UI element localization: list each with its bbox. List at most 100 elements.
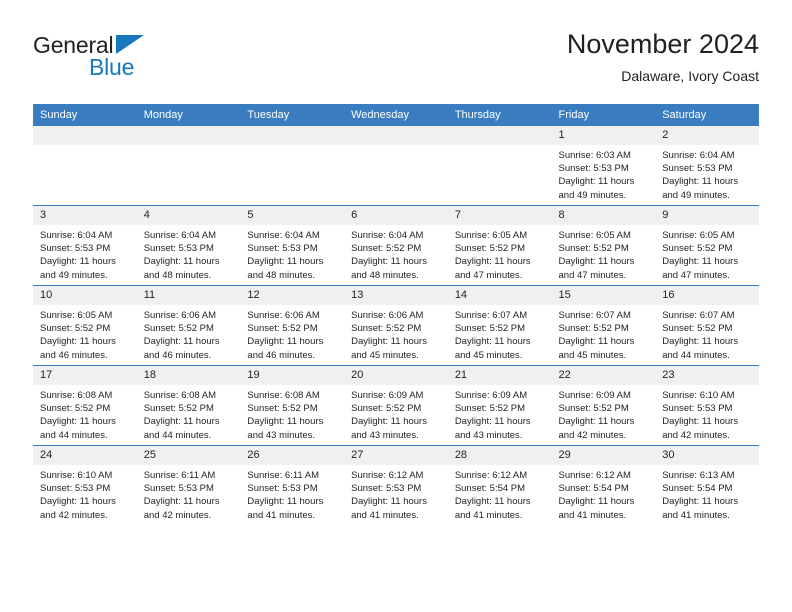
weekday-header-wednesday: Wednesday [344, 104, 448, 126]
day-cell[interactable]: 22 Sunrise: 6:09 AM Sunset: 5:52 PM Dayligh… [551, 365, 656, 446]
day-details: Sunrise: 6:04 AM Sunset: 5:52 PM Daylight:… [344, 225, 448, 282]
sunrise-text: Sunrise: 6:04 AM [662, 150, 735, 161]
day-details: Sunrise: 6:05 AM Sunset: 5:52 PM Daylight:… [33, 305, 137, 362]
day-cell[interactable]: 5 Sunrise: 6:04 AM Sunset: 5:53 PM Daylight… [240, 205, 345, 286]
day-details: Sunrise: 6:06 AM Sunset: 5:52 PM Daylight:… [240, 305, 344, 362]
sunset-text: Sunset: 5:52 PM [662, 243, 733, 255]
sunset-text: Sunset: 5:52 PM [247, 403, 318, 415]
day-details: Sunrise: 6:13 AM Sunset: 5:54 PM Daylight:… [655, 465, 759, 522]
day-number: 16 [655, 286, 759, 305]
day-cell[interactable]: 24 Sunrise: 6:10 AM Sunset: 5:53 PM Dayligh… [33, 445, 137, 525]
sunset-text: Sunset: 5:52 PM [558, 403, 629, 415]
day-cell[interactable]: 17 Sunrise: 6:08 AM Sunset: 5:52 PM Dayligh… [33, 365, 137, 446]
weekday-header-monday: Monday [136, 104, 241, 126]
day-cell[interactable]: 18 Sunrise: 6:08 AM Sunset: 5:52 PM Dayligh… [136, 365, 241, 446]
day-details: Sunrise: 6:03 AM Sunset: 5:53 PM Daylight:… [552, 145, 656, 202]
day-cell[interactable]: 19 Sunrise: 6:08 AM Sunset: 5:52 PM Dayligh… [240, 365, 345, 446]
sunrise-text: Sunrise: 6:09 AM [558, 390, 631, 401]
day-details: Sunrise: 6:05 AM Sunset: 5:52 PM Daylight:… [655, 225, 759, 282]
sunset-text: Sunset: 5:52 PM [558, 243, 629, 255]
day-cell[interactable]: 8 Sunrise: 6:05 AM Sunset: 5:52 PM Daylight… [551, 205, 656, 286]
sunset-text: Sunset: 5:53 PM [247, 483, 318, 495]
day-cell[interactable]: 25 Sunrise: 6:11 AM Sunset: 5:53 PM Dayligh… [136, 445, 241, 525]
day-details: Sunrise: 6:04 AM Sunset: 5:53 PM Daylight:… [655, 145, 759, 202]
sunrise-text: Sunrise: 6:05 AM [662, 230, 735, 241]
day-cell[interactable]: 11 Sunrise: 6:06 AM Sunset: 5:52 PM Dayligh… [136, 285, 241, 366]
sunset-text: Sunset: 5:53 PM [662, 403, 733, 415]
calendar-week-row: 3 Sunrise: 6:04 AM Sunset: 5:53 PM Daylight… [33, 205, 759, 286]
day-details: Sunrise: 6:10 AM Sunset: 5:53 PM Daylight:… [655, 385, 759, 442]
daylight-text: Daylight: 11 hours and 43 minutes. [351, 416, 427, 441]
calendar-page: General Blue November 2024 Dalaware, Ivo… [0, 0, 792, 612]
calendar-grid: Sunday Monday Tuesday Wednesday Thursday… [33, 104, 759, 525]
day-details: Sunrise: 6:06 AM Sunset: 5:52 PM Daylight:… [137, 305, 241, 362]
day-cell[interactable]: 15 Sunrise: 6:07 AM Sunset: 5:52 PM Dayligh… [551, 285, 656, 366]
day-cell[interactable]: 10 Sunrise: 6:05 AM Sunset: 5:52 PM Dayligh… [33, 285, 137, 366]
weekday-header-saturday: Saturday [655, 104, 759, 126]
daylight-text: Daylight: 11 hours and 46 minutes. [143, 336, 220, 361]
day-cell[interactable]: 9 Sunrise: 6:05 AM Sunset: 5:52 PM Daylight… [655, 205, 759, 286]
daylight-text: Daylight: 11 hours and 47 minutes. [454, 256, 531, 281]
sunset-text: Sunset: 5:52 PM [40, 323, 111, 335]
sunset-text: Sunset: 5:52 PM [351, 243, 422, 255]
day-number: 2 [655, 126, 759, 145]
day-cell[interactable]: 28 Sunrise: 6:12 AM Sunset: 5:54 PM Dayligh… [447, 445, 552, 525]
day-cell[interactable]: 29 Sunrise: 6:12 AM Sunset: 5:54 PM Dayligh… [551, 445, 656, 525]
sunset-text: Sunset: 5:53 PM [40, 243, 111, 255]
day-cell[interactable]: 30 Sunrise: 6:13 AM Sunset: 5:54 PM Dayligh… [655, 445, 759, 525]
day-details: Sunrise: 6:09 AM Sunset: 5:52 PM Daylight:… [552, 385, 656, 442]
day-number: 14 [447, 286, 552, 305]
page-header: General Blue November 2024 Dalaware, Ivo… [33, 28, 759, 100]
day-cell[interactable]: 20 Sunrise: 6:09 AM Sunset: 5:52 PM Dayligh… [344, 365, 448, 446]
day-number [136, 126, 241, 145]
sunset-text: Sunset: 5:52 PM [558, 323, 629, 335]
day-number: 15 [551, 286, 656, 305]
day-cell[interactable]: 12 Sunrise: 6:06 AM Sunset: 5:52 PM Dayligh… [240, 285, 345, 366]
day-cell[interactable]: 4 Sunrise: 6:04 AM Sunset: 5:53 PM Daylight… [136, 205, 241, 286]
daylight-text: Daylight: 11 hours and 45 minutes. [454, 336, 531, 361]
daylight-text: Daylight: 11 hours and 42 minutes. [143, 496, 220, 521]
day-cell[interactable]: 2 Sunrise: 6:04 AM Sunset: 5:53 PM Daylight… [655, 126, 759, 206]
sunrise-text: Sunrise: 6:05 AM [558, 230, 631, 241]
day-number: 1 [551, 126, 656, 145]
sunset-text: Sunset: 5:53 PM [351, 483, 422, 495]
sunset-text: Sunset: 5:52 PM [143, 403, 214, 415]
day-number: 30 [655, 446, 759, 465]
sunrise-text: Sunrise: 6:04 AM [143, 230, 217, 241]
day-cell[interactable]: 16 Sunrise: 6:07 AM Sunset: 5:52 PM Dayligh… [655, 285, 759, 366]
day-details: Sunrise: 6:05 AM Sunset: 5:52 PM Daylight:… [448, 225, 552, 282]
sunrise-text: Sunrise: 6:07 AM [662, 310, 735, 321]
day-cell[interactable]: 21 Sunrise: 6:09 AM Sunset: 5:52 PM Dayligh… [447, 365, 552, 446]
day-cell[interactable]: 6 Sunrise: 6:04 AM Sunset: 5:52 PM Daylight… [344, 205, 448, 286]
day-number: 18 [136, 366, 241, 385]
day-cell[interactable]: 26 Sunrise: 6:11 AM Sunset: 5:53 PM Dayligh… [240, 445, 345, 525]
day-cell-empty [344, 126, 448, 206]
day-details: Sunrise: 6:11 AM Sunset: 5:53 PM Daylight:… [240, 465, 344, 522]
generalblue-logo[interactable]: General Blue [33, 32, 233, 88]
day-number: 7 [447, 206, 552, 225]
day-cell[interactable]: 27 Sunrise: 6:12 AM Sunset: 5:53 PM Dayligh… [344, 445, 448, 525]
sunset-text: Sunset: 5:52 PM [454, 243, 526, 255]
day-cell[interactable]: 14 Sunrise: 6:07 AM Sunset: 5:52 PM Dayligh… [447, 285, 552, 366]
day-cell[interactable]: 3 Sunrise: 6:04 AM Sunset: 5:53 PM Daylight… [33, 205, 137, 286]
day-details: Sunrise: 6:11 AM Sunset: 5:53 PM Daylight:… [137, 465, 241, 522]
day-details: Sunrise: 6:08 AM Sunset: 5:52 PM Daylight:… [33, 385, 137, 442]
daylight-text: Daylight: 11 hours and 41 minutes. [247, 496, 324, 521]
day-cell-empty [447, 126, 552, 206]
sunrise-text: Sunrise: 6:08 AM [247, 390, 320, 401]
calendar-header-row: Sunday Monday Tuesday Wednesday Thursday… [33, 104, 759, 126]
day-cell[interactable]: 1 Sunrise: 6:03 AM Sunset: 5:53 PM Daylight… [551, 126, 656, 206]
day-number [344, 126, 448, 145]
day-number: 9 [655, 206, 759, 225]
sunset-text: Sunset: 5:52 PM [454, 323, 526, 335]
sunrise-text: Sunrise: 6:03 AM [558, 150, 631, 161]
daylight-text: Daylight: 11 hours and 48 minutes. [143, 256, 220, 281]
day-cell[interactable]: 7 Sunrise: 6:05 AM Sunset: 5:52 PM Daylight… [447, 205, 552, 286]
daylight-text: Daylight: 11 hours and 42 minutes. [662, 416, 739, 441]
day-cell[interactable]: 23 Sunrise: 6:10 AM Sunset: 5:53 PM Dayligh… [655, 365, 759, 446]
sunset-text: Sunset: 5:53 PM [558, 163, 629, 175]
daylight-text: Daylight: 11 hours and 45 minutes. [558, 336, 635, 361]
daylight-text: Daylight: 11 hours and 44 minutes. [143, 416, 220, 441]
day-cell[interactable]: 13 Sunrise: 6:06 AM Sunset: 5:52 PM Dayligh… [344, 285, 448, 366]
sunset-text: Sunset: 5:52 PM [662, 323, 733, 335]
